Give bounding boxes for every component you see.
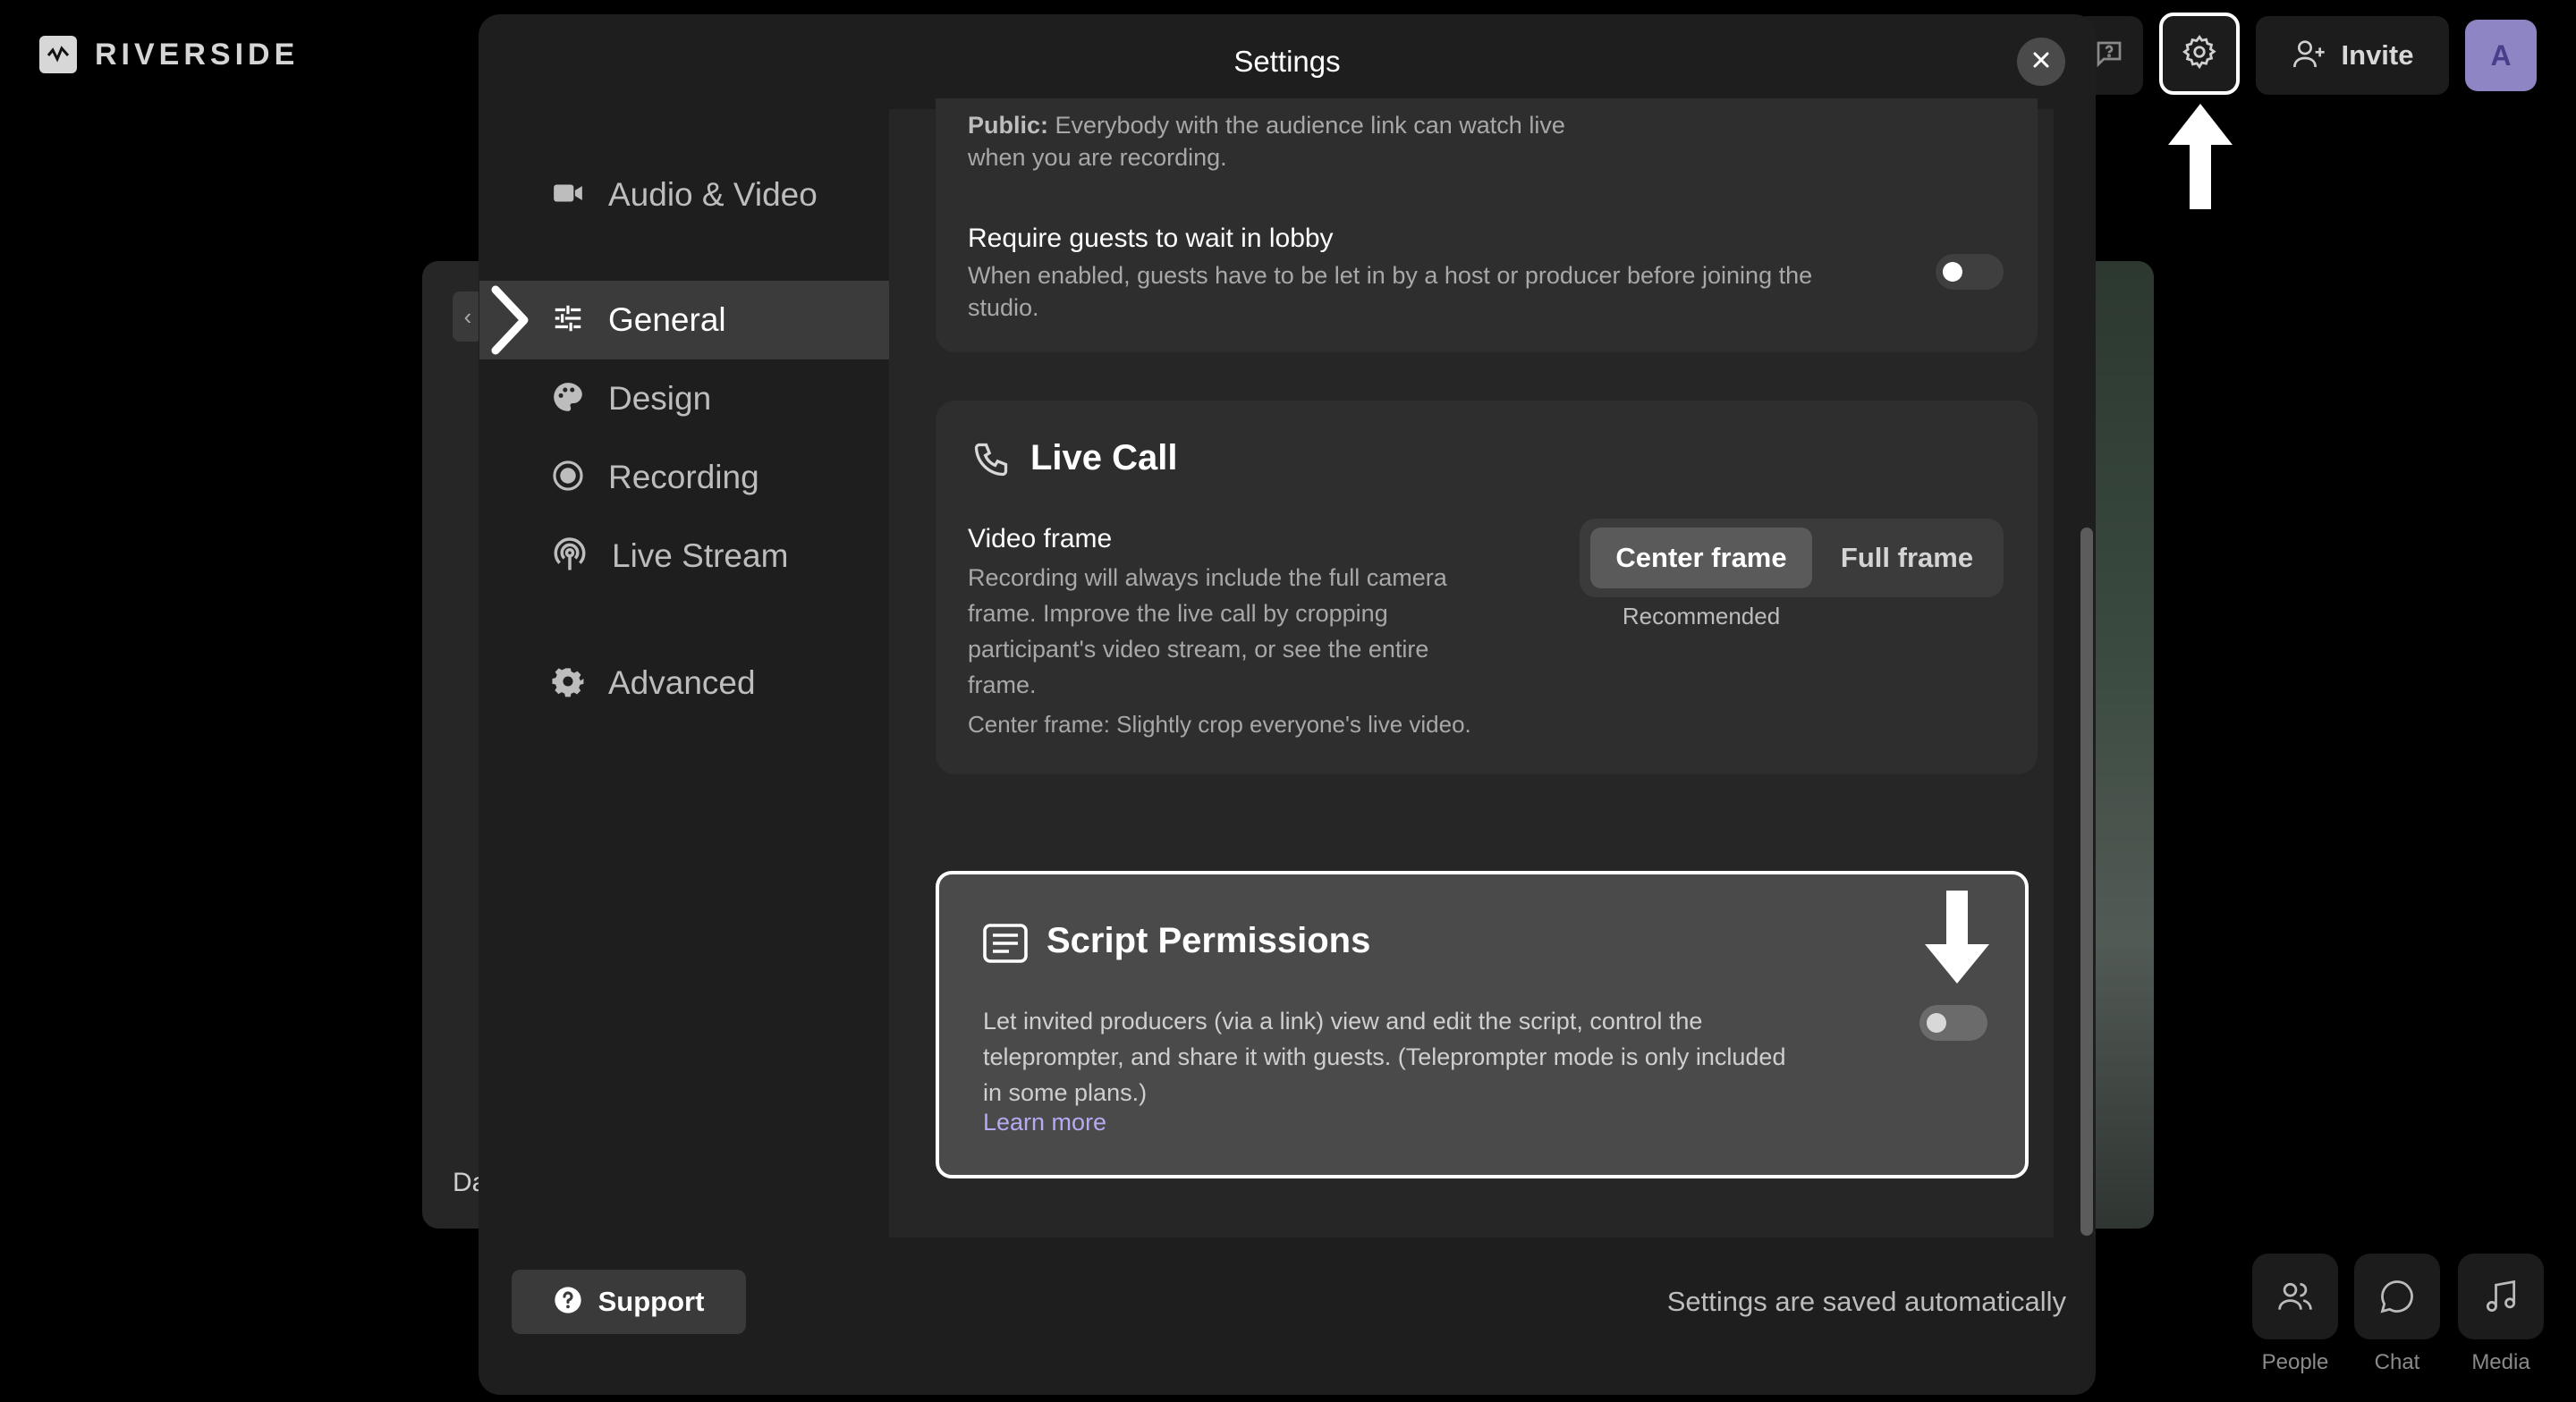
record-icon [551,459,585,497]
nav-label: Live Stream [612,537,789,574]
learn-more-link[interactable]: Learn more [983,1109,1106,1136]
chat-label: Chat [2374,1350,2420,1374]
people-icon [2252,1254,2338,1339]
media-label: Media [2471,1350,2530,1374]
video-frame-note: Center frame: Slightly crop everyone's l… [968,711,1471,738]
settings-button[interactable] [2159,13,2240,95]
nav-item-recording[interactable]: Recording [479,438,889,517]
script-desc-line: Let invited producers (via a link) view … [983,1008,1703,1035]
avatar[interactable]: A [2465,20,2537,91]
gear-icon [551,664,585,703]
chat-button[interactable]: Chat [2354,1254,2440,1375]
nav-label: General [608,301,726,338]
public-desc-line2: when you are recording. [968,144,1227,171]
support-button[interactable]: Support [512,1270,746,1334]
script-permissions-desc: Let invited producers (via a link) view … [983,1003,1886,1111]
video-frame-desc-line: frame. [968,671,1037,698]
lobby-desc-line2: studio. [968,294,1039,321]
lobby-desc: When enabled, guests have to be let in b… [968,259,1907,324]
full-frame-option[interactable]: Full frame [1816,528,1998,588]
lobby-title: Require guests to wait in lobby [968,224,1334,253]
autosave-status: Settings are saved automatically [1666,1286,2066,1317]
toggle-knob [1943,262,1962,282]
script-desc-line: teleprompter, and share it with guests. … [983,1043,1786,1070]
modal-title: Settings [1233,45,1341,78]
chevron-right-icon [488,284,531,360]
broadcast-icon [551,536,589,578]
sliders-icon [551,301,585,340]
help-chat-icon [2093,38,2125,74]
script-desc-line: in some plans.) [983,1079,1148,1106]
script-document-icon [982,923,1029,968]
nav-item-live-stream[interactable]: Live Stream [479,517,889,595]
script-permissions-toggle[interactable] [1919,1005,1987,1041]
public-label: Public: [968,112,1049,139]
nav-item-design[interactable]: Design [479,359,889,438]
nav-item-general[interactable]: General [479,281,889,359]
audience-public-desc: Public: Everybody with the audience link… [968,109,1773,173]
media-button[interactable]: Media [2458,1254,2544,1375]
video-frame-desc-line: Recording will always include the full c… [968,564,1447,591]
video-frame-desc-line: participant's video stream, or see the e… [968,636,1429,663]
live-call-title: Live Call [1030,438,1178,477]
phone-icon [971,440,1011,484]
toggle-knob [1927,1013,1946,1033]
invite-label: Invite [2341,39,2414,71]
music-note-icon [2458,1254,2544,1339]
nav-item-audio-video[interactable]: Audio & Video [479,156,889,234]
close-button[interactable] [2017,38,2065,86]
video-frame-desc-line: frame. Improve the live call by cropping [968,600,1388,627]
logo-text: RIVERSIDE [95,37,300,72]
waveform-icon [39,36,77,73]
add-user-icon [2292,36,2327,76]
support-label: Support [597,1286,705,1317]
nav-item-advanced[interactable]: Advanced [479,644,889,722]
nav-label: Design [608,380,712,417]
nav-label: Recording [608,459,759,495]
palette-icon [551,380,585,418]
script-permissions-title: Script Permissions [1046,921,1371,960]
video-feed [2095,261,2154,1229]
nav-label: Advanced [608,664,756,701]
lobby-desc-line1: When enabled, guests have to be let in b… [968,262,1813,289]
people-button[interactable]: People [2252,1254,2338,1375]
center-frame-option[interactable]: Center frame [1590,528,1812,588]
chat-bubble-icon [2354,1254,2440,1339]
video-frame-desc: Recording will always include the full c… [968,560,1558,703]
video-frame-title: Video frame [968,524,1113,553]
nav-label: Audio & Video [608,176,818,213]
riverside-logo[interactable]: RIVERSIDE [39,36,299,73]
arrow-up-icon [2165,100,2236,217]
close-icon [2031,50,2051,74]
lobby-toggle[interactable] [1936,254,2004,290]
recommended-label: Recommended [1622,603,1781,629]
public-desc-line1: Everybody with the audience link can wat… [1055,112,1565,139]
gear-icon [2181,33,2218,75]
arrow-down-icon [1921,889,1993,992]
people-label: People [2261,1350,2329,1374]
video-camera-icon [551,176,585,215]
content-scrollbar[interactable] [2080,528,2093,1236]
invite-button[interactable]: Invite [2256,16,2449,95]
help-circle-icon [554,1286,582,1319]
